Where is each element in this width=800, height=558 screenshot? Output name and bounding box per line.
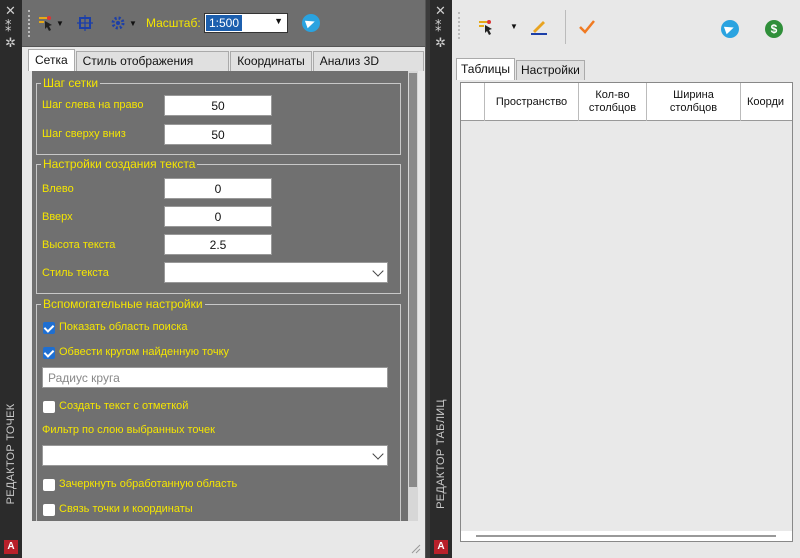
- show-search-area-checkbox[interactable]: [43, 322, 55, 334]
- aux-settings-group: Вспомогательные настройки Показать облас…: [36, 297, 401, 521]
- tab-coordinates[interactable]: Координаты: [230, 51, 312, 71]
- close-icon[interactable]: ✕: [5, 4, 16, 17]
- point-editor-palette-strip: ✕ ⁑ ✲ РЕДАКТОР ТОЧЕК A: [0, 0, 22, 558]
- text-settings-group: Настройки создания текста Влево 0 Вверх …: [36, 157, 401, 294]
- table-editor-toolbar: ▼ $: [452, 0, 800, 54]
- grid-step-group: Шаг сетки Шаг слева на право 50 Шаг свер…: [36, 76, 401, 155]
- checkmark-icon: [579, 20, 595, 34]
- dollar-icon: $: [765, 20, 783, 38]
- tab-grid[interactable]: Сетка: [28, 49, 75, 71]
- layer-filter-select[interactable]: [42, 445, 388, 466]
- settings-gear-icon: [111, 16, 125, 30]
- autocad-logo-icon: A: [434, 540, 448, 554]
- row-header-corner: [461, 83, 485, 121]
- pin-icon[interactable]: ⁑: [435, 20, 442, 33]
- group-title: Настройки создания текста: [41, 157, 198, 171]
- circle-found-point-checkbox[interactable]: [43, 347, 55, 359]
- circle-radius-input[interactable]: Радиус круга: [42, 367, 388, 388]
- table-editor-palette-strip: ✕ ⁑ ✲ РЕДАКТОР ТАБЛИЦ A: [430, 0, 452, 558]
- table-editor-tabs: Таблицы Настройки: [456, 58, 586, 80]
- telegram-button[interactable]: [720, 18, 740, 40]
- settings-button[interactable]: ▼: [106, 12, 140, 34]
- close-icon[interactable]: ✕: [435, 4, 446, 17]
- column-header-coordinates[interactable]: Коорди: [741, 83, 792, 121]
- offset-left-label: Влево: [42, 183, 74, 195]
- horizontal-scrollbar[interactable]: [476, 535, 776, 539]
- column-header-column-count[interactable]: Кол-во столбцов: [579, 83, 647, 121]
- select-points-button[interactable]: ▼: [34, 12, 66, 34]
- tables-grid[interactable]: Пространство Кол-во столбцов Ширина стол…: [460, 82, 793, 542]
- vertical-scrollbar[interactable]: [408, 71, 418, 521]
- pin-icon[interactable]: ⁑: [5, 20, 12, 33]
- step-top-bottom-label: Шаг сверху вниз: [42, 128, 126, 140]
- text-style-select[interactable]: [164, 262, 388, 283]
- select-points-icon: [39, 16, 53, 31]
- telegram-icon: [721, 20, 739, 38]
- point-editor-toolbar: ▼ ▼ Масштаб: 1:500 ▼: [22, 0, 425, 47]
- create-text-with-mark-checkbox[interactable]: [43, 401, 55, 413]
- select-points-icon: [479, 20, 492, 35]
- circle-found-point-label[interactable]: Обвести кругом найденную точку: [59, 346, 229, 358]
- offset-up-input[interactable]: 0: [164, 206, 272, 227]
- step-top-bottom-input[interactable]: 50: [164, 124, 272, 145]
- draw-line-icon: [531, 21, 547, 35]
- palette-title: РЕДАКТОР ТАБЛИЦ: [435, 399, 447, 509]
- properties-icon[interactable]: ✲: [5, 36, 16, 49]
- toolbar-grip[interactable]: [28, 10, 32, 37]
- grid-header: Пространство Кол-во столбцов Ширина стол…: [461, 83, 792, 121]
- toolbar-separator: [565, 10, 566, 44]
- show-search-area-label[interactable]: Показать область поиска: [59, 321, 188, 333]
- chevron-down-icon: ▼: [129, 18, 137, 28]
- strike-processed-area-label[interactable]: Зачеркнуть обработанную область: [59, 478, 237, 490]
- strike-processed-area-checkbox[interactable]: [43, 479, 55, 491]
- chevron-down-icon: ▼: [274, 16, 283, 26]
- select-points-button[interactable]: [470, 16, 500, 38]
- grid-body: [461, 121, 792, 531]
- table-editor-panel: ▼ $ Таблицы Настройки Пространство Кол-в…: [452, 0, 800, 558]
- panel-footer: [22, 524, 425, 558]
- step-left-right-label: Шаг слева на право: [42, 99, 144, 111]
- chevron-down-icon: [372, 448, 384, 460]
- link-point-coords-checkbox[interactable]: [43, 504, 55, 516]
- draw-line-button[interactable]: [526, 16, 552, 38]
- tab-tables[interactable]: Таблицы: [456, 58, 516, 80]
- grid-select-button[interactable]: [74, 12, 96, 34]
- layer-filter-label: Фильтр по слою выбранных точек: [42, 424, 215, 436]
- tab-point-style[interactable]: Стиль отображения точек: [75, 51, 230, 87]
- tab-3d-analysis[interactable]: Анализ 3D граней: [312, 51, 424, 87]
- apply-button[interactable]: [574, 16, 600, 38]
- point-editor-panel: ▼ ▼ Масштаб: 1:500 ▼ Сетка Стиль отображ…: [22, 0, 426, 558]
- chevron-down-icon: ▼: [56, 18, 64, 28]
- autocad-logo-icon: A: [4, 540, 18, 554]
- step-left-right-input[interactable]: 50: [164, 95, 272, 116]
- create-text-with-mark-label[interactable]: Создать текст с отметкой: [59, 400, 188, 412]
- chevron-down-icon: [372, 265, 384, 277]
- telegram-button[interactable]: [300, 12, 322, 34]
- tab-settings[interactable]: Настройки: [516, 60, 585, 80]
- offset-left-input[interactable]: 0: [164, 178, 272, 199]
- palette-title: РЕДАКТОР ТОЧЕК: [5, 403, 17, 505]
- column-header-space[interactable]: Пространство: [485, 83, 579, 121]
- point-editor-tabs: Сетка Стиль отображения точек Координаты…: [28, 49, 425, 87]
- text-height-label: Высота текста: [42, 239, 116, 251]
- toolbar-grip[interactable]: [458, 12, 462, 39]
- scrollbar-thumb[interactable]: [409, 73, 417, 487]
- donate-button[interactable]: $: [764, 18, 784, 40]
- scale-label: Масштаб:: [146, 16, 201, 30]
- group-title: Шаг сетки: [41, 76, 101, 90]
- text-style-label: Стиль текста: [42, 267, 109, 279]
- scale-value: 1:500: [206, 15, 243, 31]
- properties-icon[interactable]: ✲: [435, 36, 446, 49]
- column-header-column-width[interactable]: Ширина столбцов: [647, 83, 741, 121]
- text-height-input[interactable]: 2.5: [164, 234, 272, 255]
- chevron-down-icon[interactable]: ▼: [510, 22, 518, 31]
- grid-select-icon: [77, 15, 93, 31]
- telegram-icon: [302, 14, 320, 32]
- offset-up-label: Вверх: [42, 211, 73, 223]
- group-title: Вспомогательные настройки: [41, 297, 205, 311]
- grid-tab-content: Шаг сетки Шаг слева на право 50 Шаг свер…: [32, 71, 408, 521]
- scale-select[interactable]: 1:500 ▼: [204, 13, 288, 33]
- link-point-coords-label[interactable]: Связь точки и координаты: [59, 503, 193, 515]
- resize-grip-icon[interactable]: [411, 544, 421, 554]
